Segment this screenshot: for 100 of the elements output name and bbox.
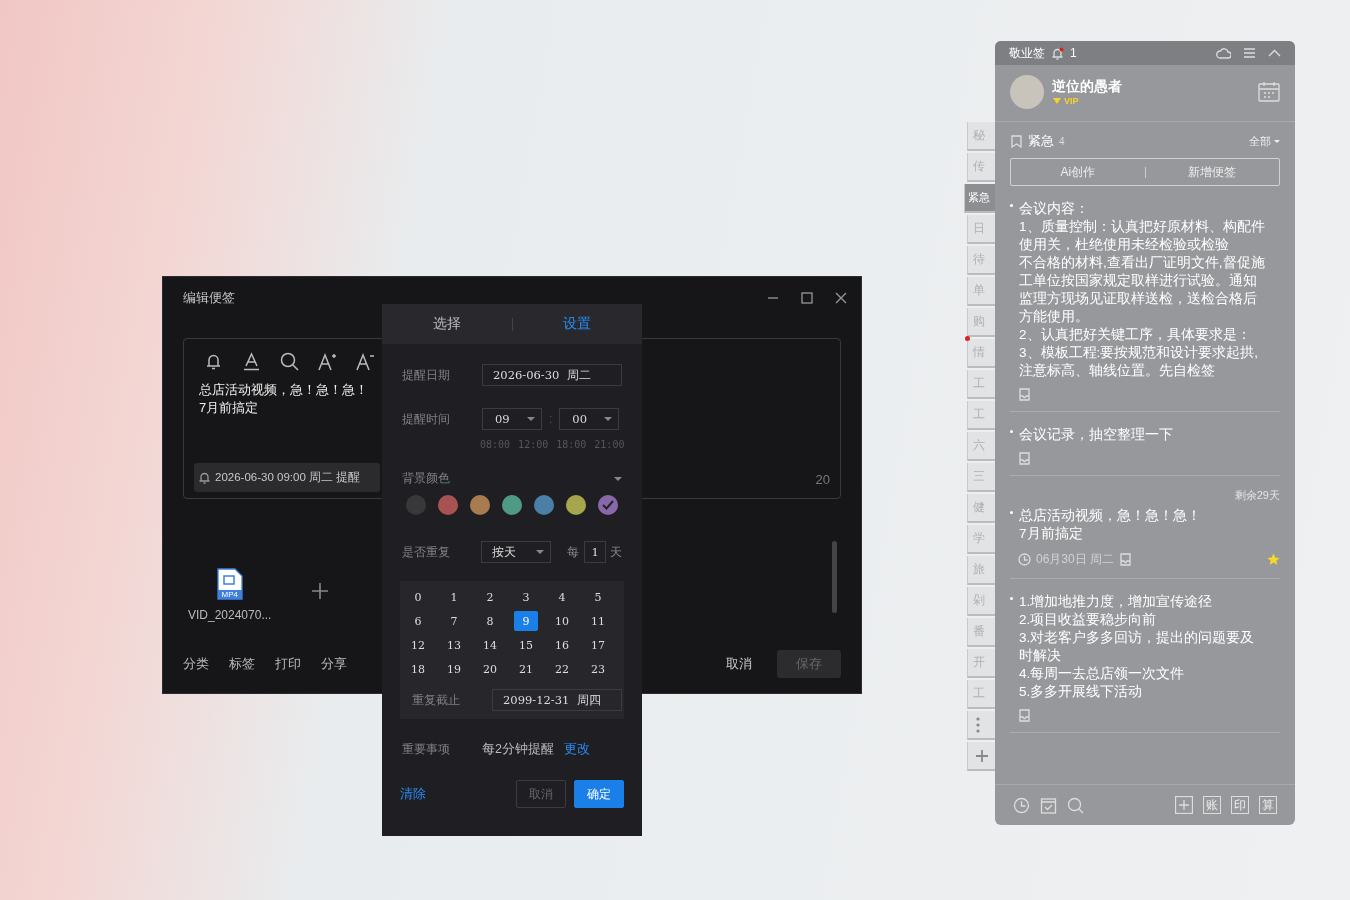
- note-text[interactable]: 1.增加地推力度，增加宣传途径 2.项目收益要稳步向前 3.对老客户多多回访，提出的问题要及时解决 4.每周一去总店领一次文件 5.多多开展线下活动: [1019, 593, 1265, 701]
- color-swatch[interactable]: [598, 495, 618, 515]
- maximize-icon[interactable]: [801, 292, 813, 304]
- calendar-icon[interactable]: [1258, 81, 1280, 103]
- inbox-icon[interactable]: [1018, 388, 1031, 401]
- note-text[interactable]: 总店活动视频，急！急！急！ 7月前搞定: [1019, 507, 1265, 543]
- hour-option[interactable]: 9: [514, 611, 538, 631]
- hour-option[interactable]: 20: [478, 659, 502, 679]
- category-tab[interactable]: 紧急: [964, 184, 995, 213]
- font-increase-icon[interactable]: [318, 352, 337, 371]
- star-icon[interactable]: [1267, 553, 1280, 566]
- color-swatch[interactable]: [470, 495, 490, 515]
- more-tab[interactable]: [967, 711, 995, 740]
- more-icon[interactable]: [976, 716, 980, 733]
- color-swatch[interactable]: [438, 495, 458, 515]
- bullet-icon: [1010, 430, 1013, 433]
- clock-icon[interactable]: [1013, 796, 1030, 814]
- clear-link[interactable]: 清除: [400, 785, 426, 803]
- filter-dropdown[interactable]: 全部: [1249, 133, 1280, 149]
- hour-option[interactable]: 23: [586, 659, 610, 679]
- action-link[interactable]: 打印: [275, 655, 301, 673]
- tab[interactable]: 设置: [512, 304, 642, 344]
- app-name: 敬业签: [1009, 44, 1045, 62]
- action-link[interactable]: 分享: [321, 655, 347, 673]
- caret-icon[interactable]: [614, 476, 622, 481]
- tool-button[interactable]: 算: [1259, 796, 1277, 814]
- date-field[interactable]: 2026-06-30 周二: [482, 364, 622, 386]
- field-label: 提醒时间: [402, 410, 451, 428]
- field-label: 每: [567, 543, 580, 561]
- calendar-check-icon[interactable]: [1040, 796, 1057, 814]
- action-link[interactable]: 标签: [229, 655, 255, 673]
- ai-create-button[interactable]: Ai创作: [1011, 160, 1145, 184]
- search-icon[interactable]: [280, 352, 299, 371]
- inbox-icon[interactable]: [1018, 709, 1031, 722]
- video-file-icon[interactable]: MP4: [216, 568, 243, 600]
- hour-option[interactable]: 5: [586, 587, 610, 607]
- hour-option[interactable]: 22: [550, 659, 574, 679]
- repeat-dropdown[interactable]: 按天: [481, 541, 552, 563]
- change-link[interactable]: 更改: [563, 741, 590, 758]
- hour-option[interactable]: 2: [478, 587, 502, 607]
- add-icon[interactable]: [976, 749, 988, 762]
- tab[interactable]: 选择: [382, 304, 512, 344]
- color-swatch[interactable]: [502, 495, 522, 515]
- font-decrease-icon[interactable]: [356, 352, 375, 371]
- avatar-photo[interactable]: [1010, 75, 1044, 109]
- add-icon[interactable]: [311, 582, 330, 600]
- field-label: 提醒日期: [402, 366, 451, 384]
- hour-option[interactable]: 6: [406, 611, 430, 631]
- note-text[interactable]: 会议内容： 1、质量控制：认真把好原材料、构配件使用关，杜绝使用未经检验或检验 不合格的材料,查看出厂证明文件,督促施工单位按国家规定取样进行试验。通知监理方现场见证取样送检，送检合格后方能使用。 2、认真把好关键工序，具体要求是： 3、模板工程:要按规范和设计要求起拱,注意标高、轴线位置。先自检签: [1019, 200, 1265, 380]
- action-link[interactable]: 分类: [183, 655, 209, 673]
- field-label: 背景颜色: [402, 470, 451, 487]
- hour-option[interactable]: 21: [514, 659, 538, 679]
- days-remaining: 剩余29天: [1233, 488, 1280, 503]
- end-date-field[interactable]: 2099-12-31 周四: [492, 689, 622, 711]
- minute-dropdown[interactable]: 00: [559, 408, 620, 430]
- color-swatch[interactable]: [566, 495, 586, 515]
- hour-option[interactable]: 1: [442, 587, 466, 607]
- reminder-chip[interactable]: 2026-06-30 09:00 周二 提醒: [194, 463, 380, 492]
- tool-button[interactable]: 印: [1231, 796, 1249, 814]
- cancel-button[interactable]: 取消: [516, 780, 566, 808]
- color-swatch[interactable]: [406, 495, 426, 515]
- hour-option[interactable]: 14: [478, 635, 502, 655]
- field-label: 重复截止: [412, 691, 461, 709]
- text-color-icon[interactable]: [242, 352, 261, 371]
- new-note-button[interactable]: 新增便签: [1145, 160, 1279, 184]
- bullet-icon: [1010, 511, 1013, 514]
- clock-icon: [1018, 553, 1031, 566]
- hour-option[interactable]: 0: [406, 587, 430, 607]
- hour-option[interactable]: 4: [550, 587, 574, 607]
- hour-option[interactable]: 17: [586, 635, 610, 655]
- hour-option[interactable]: 19: [442, 659, 466, 679]
- reminder-interval: 每2分钟提醒: [482, 741, 554, 758]
- cancel-button[interactable]: 取消: [726, 655, 752, 673]
- notification-bell-icon[interactable]: [1051, 46, 1064, 60]
- bell-icon[interactable]: [204, 352, 223, 371]
- hour-option[interactable]: 16: [550, 635, 574, 655]
- inbox-icon[interactable]: [1018, 452, 1031, 465]
- character-count: 20: [815, 472, 830, 487]
- hour-option[interactable]: 15: [514, 635, 538, 655]
- collapse-icon[interactable]: [1268, 47, 1281, 59]
- hour-option[interactable]: 12: [406, 635, 430, 655]
- color-swatch[interactable]: [534, 495, 554, 515]
- hour-option[interactable]: 13: [442, 635, 466, 655]
- scrollbar[interactable]: [832, 541, 837, 613]
- hour-dropdown[interactable]: 09: [482, 408, 542, 430]
- tool-button[interactable]: 账: [1203, 796, 1221, 814]
- cloud-icon[interactable]: [1216, 47, 1231, 59]
- hour-option[interactable]: 3: [514, 587, 538, 607]
- inbox-icon[interactable]: [1119, 553, 1133, 566]
- note-text[interactable]: 会议记录，抽空整理一下: [1019, 426, 1265, 444]
- hour-option[interactable]: 8: [478, 611, 502, 631]
- menu-icon[interactable]: [1243, 47, 1256, 59]
- hour-option[interactable]: 18: [406, 659, 430, 679]
- hour-option[interactable]: 10: [550, 611, 574, 631]
- confirm-button[interactable]: 确定: [574, 780, 624, 808]
- interval-field[interactable]: 1: [584, 541, 606, 563]
- add-tab[interactable]: [967, 742, 995, 771]
- close-icon[interactable]: [835, 292, 847, 304]
- hour-option[interactable]: 7: [442, 611, 466, 631]
- hour-option[interactable]: 11: [586, 611, 610, 631]
